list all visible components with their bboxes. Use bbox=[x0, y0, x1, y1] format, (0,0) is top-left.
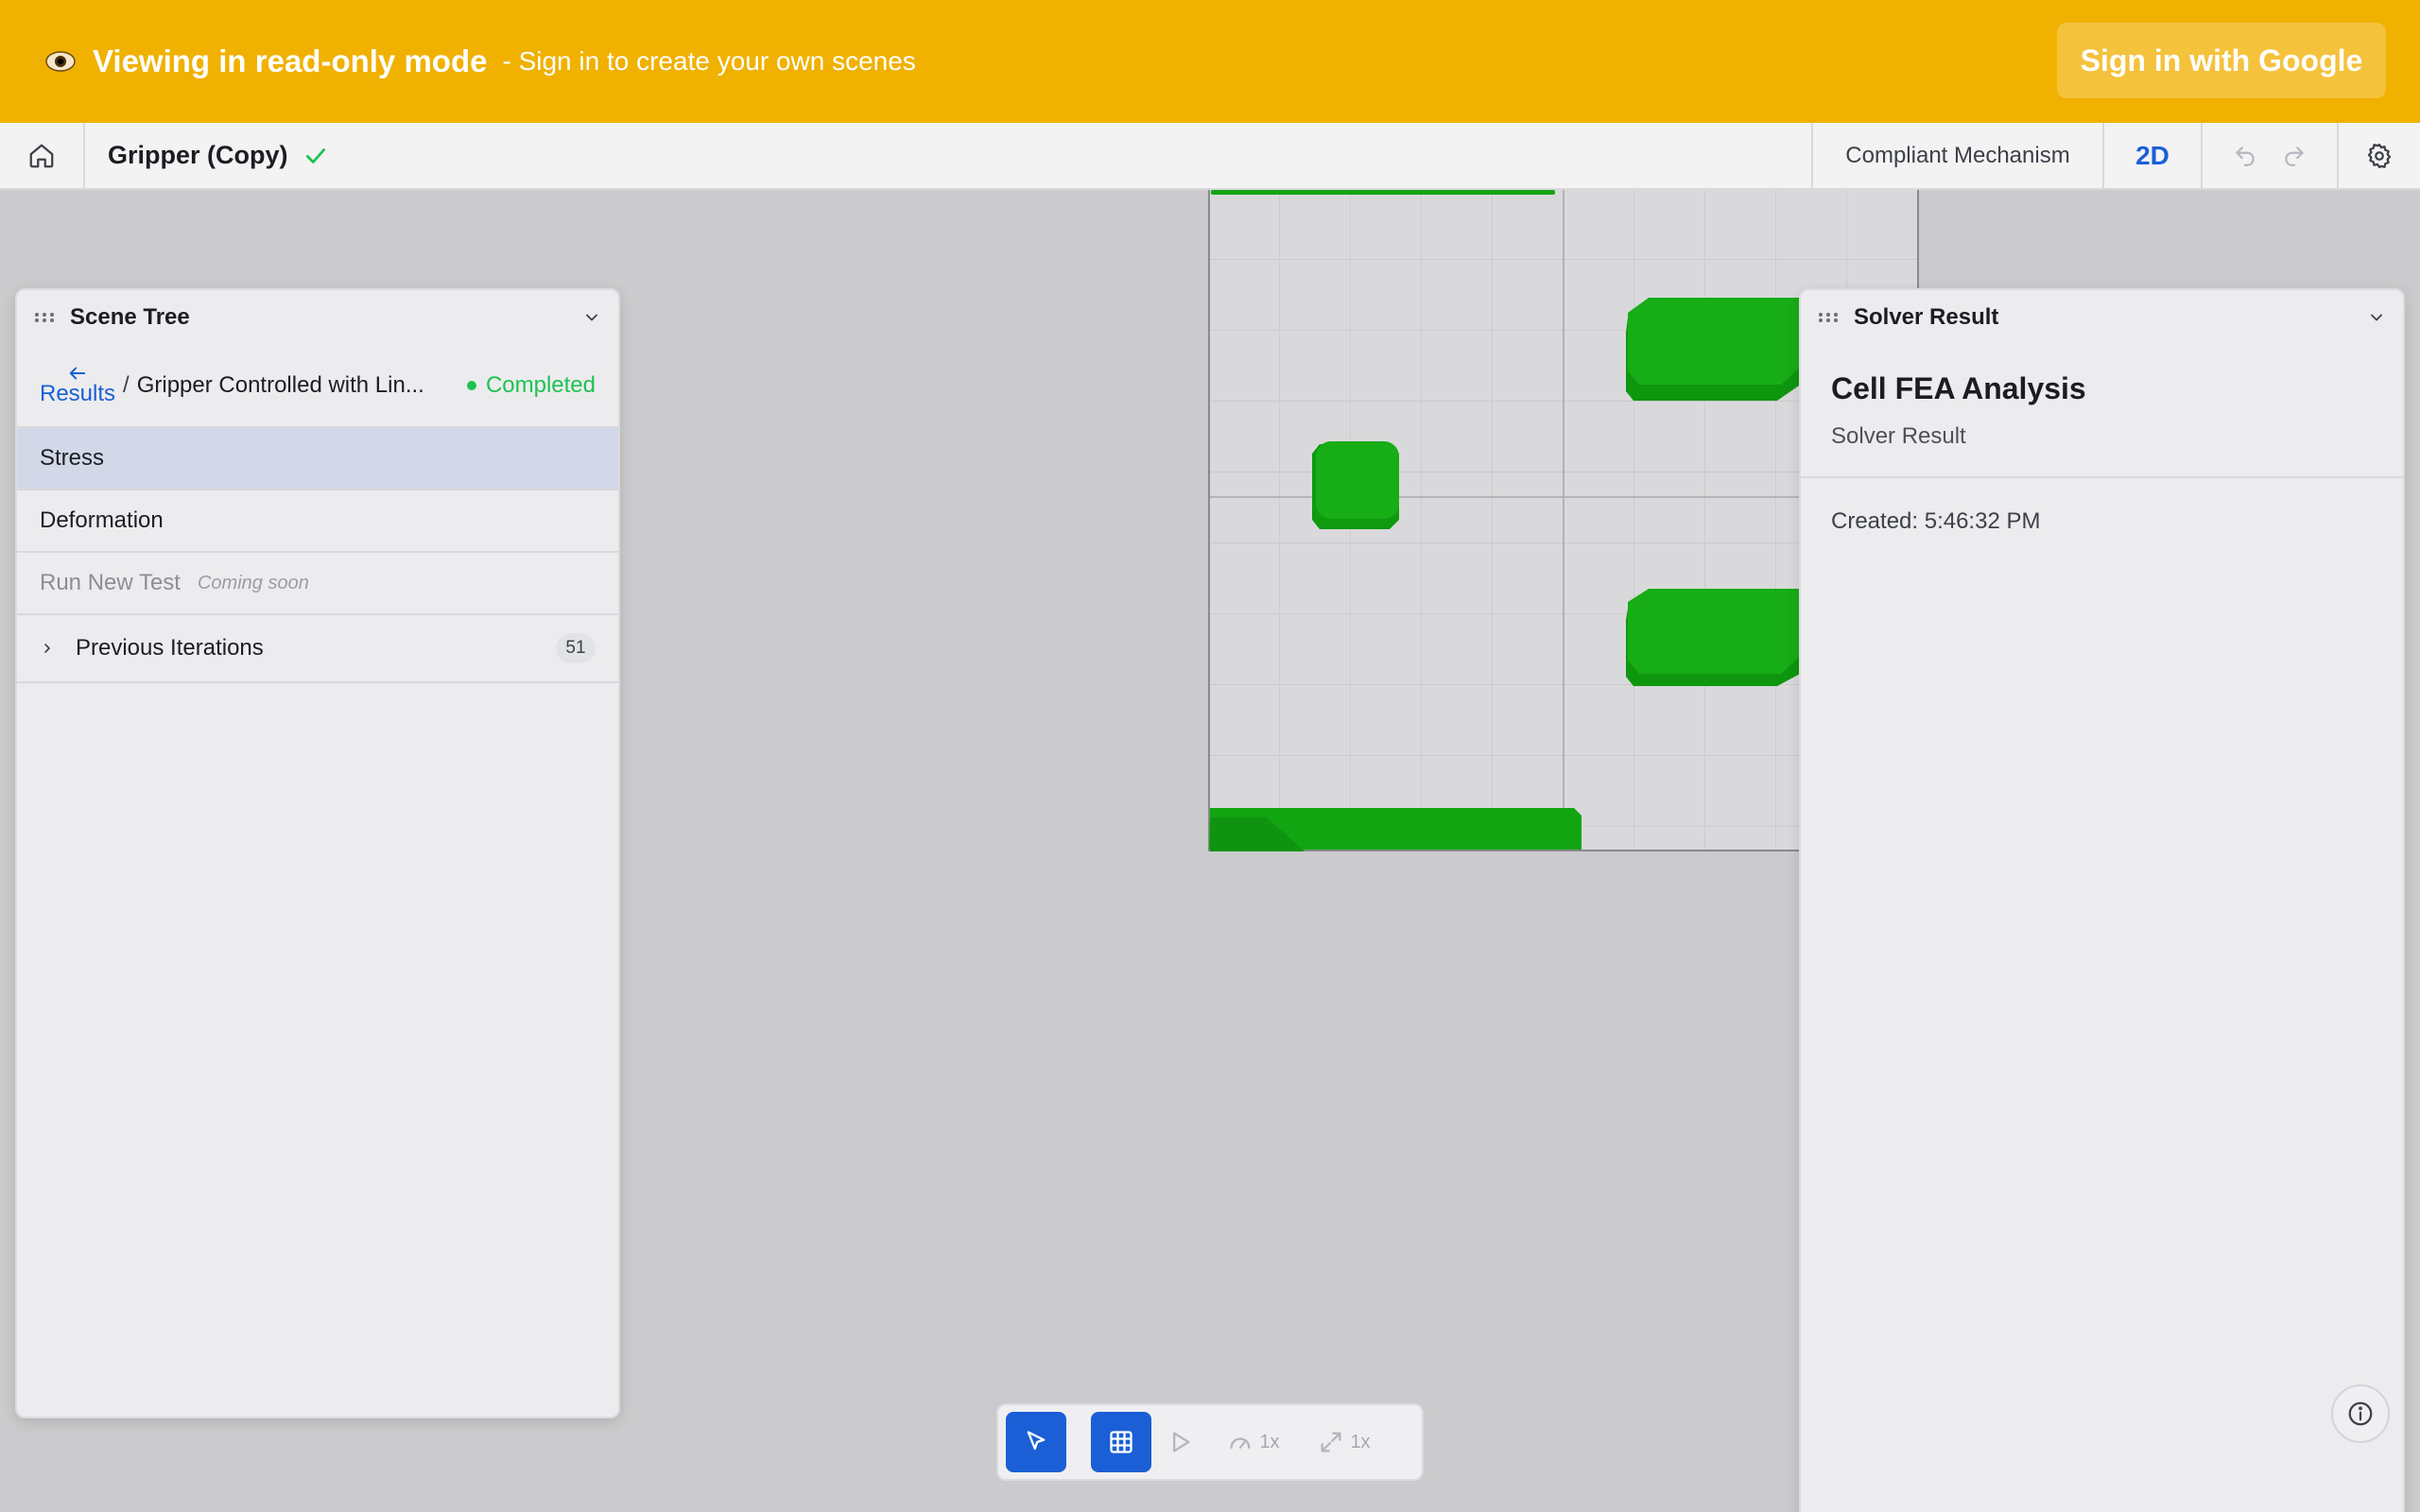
mesh-element-bottom bbox=[1209, 808, 1582, 851]
eye-icon bbox=[45, 51, 76, 72]
result-summary: Cell FEA Analysis Solver Result bbox=[1801, 345, 2403, 478]
scene-title-text: Gripper (Copy) bbox=[108, 141, 288, 169]
mesh-element-lower-right bbox=[1626, 589, 1802, 686]
play-button[interactable] bbox=[1151, 1412, 1208, 1472]
tree-item-run-new-test: Run New Test Coming soon bbox=[17, 553, 618, 615]
back-to-results-link[interactable]: Results bbox=[40, 365, 115, 406]
result-title: Cell FEA Analysis bbox=[1831, 371, 2086, 405]
mesh-element-small bbox=[1312, 441, 1399, 529]
scale-label: 1x bbox=[1350, 1431, 1371, 1452]
sign-in-google-button[interactable]: Sign in with Google bbox=[2057, 23, 2386, 98]
mesh-element-upper-right bbox=[1626, 298, 1802, 401]
solver-result-header[interactable]: Solver Result bbox=[1801, 290, 2403, 345]
redo-icon[interactable] bbox=[2282, 144, 2307, 168]
iterations-count-badge: 51 bbox=[556, 633, 596, 663]
viewport-controls: 1x 1x bbox=[996, 1403, 1424, 1481]
home-button[interactable] bbox=[0, 123, 85, 188]
status-dot bbox=[466, 381, 476, 390]
scale-control[interactable]: 1x bbox=[1299, 1412, 1390, 1472]
speed-icon bbox=[1230, 1437, 1251, 1449]
check-icon bbox=[305, 147, 325, 163]
expand-icon bbox=[1321, 1432, 1341, 1452]
tree-item-label: Previous Iterations bbox=[76, 635, 264, 661]
gear-icon bbox=[2367, 143, 2392, 168]
scene-tree-header[interactable]: Scene Tree bbox=[17, 290, 618, 345]
grid-toggle-button[interactable] bbox=[1091, 1412, 1151, 1472]
coming-soon-note: Coming soon bbox=[197, 572, 309, 593]
breadcrumb-path: Gripper Controlled with Lin... bbox=[136, 372, 424, 398]
back-label: Results bbox=[40, 380, 116, 406]
scene-tree-title: Scene Tree bbox=[70, 304, 190, 330]
scene-title[interactable]: Gripper (Copy) bbox=[85, 123, 328, 188]
read-only-banner: Viewing in read-only mode - Sign in to c… bbox=[0, 0, 2420, 123]
mode-selector[interactable]: Compliant Mechanism bbox=[1811, 123, 2102, 188]
status-text: Completed bbox=[485, 372, 596, 398]
chevron-down-icon[interactable] bbox=[582, 308, 601, 327]
chevron-right-icon[interactable] bbox=[40, 641, 55, 656]
speed-control[interactable]: 1x bbox=[1208, 1412, 1299, 1472]
play-icon bbox=[1173, 1432, 1190, 1452]
mesh-element-top bbox=[1211, 190, 1555, 195]
info-icon bbox=[2348, 1401, 2373, 1426]
chevron-down-icon[interactable] bbox=[2367, 308, 2386, 327]
breadcrumb: Results / Gripper Controlled with Lin...… bbox=[17, 345, 618, 428]
banner-subtitle: - Sign in to create your own scenes bbox=[502, 46, 916, 76]
tree-item-label: Deformation bbox=[40, 507, 164, 533]
dimension-toggle[interactable]: 2D bbox=[2102, 123, 2201, 188]
select-tool-button[interactable] bbox=[1006, 1412, 1066, 1472]
info-button[interactable] bbox=[2331, 1384, 2390, 1443]
settings-button[interactable] bbox=[2337, 123, 2420, 188]
solver-result-title: Solver Result bbox=[1854, 304, 1999, 330]
home-icon bbox=[29, 144, 54, 167]
top-toolbar: Gripper (Copy) Compliant Mechanism 2D bbox=[0, 123, 2420, 190]
scene-tree-panel: Scene Tree Results / Gripper Controlled … bbox=[15, 288, 620, 1418]
speed-label: 1x bbox=[1259, 1431, 1280, 1452]
tree-item-stress[interactable]: Stress bbox=[17, 428, 618, 490]
breadcrumb-separator: / bbox=[123, 372, 130, 398]
solver-result-panel: Solver Result Cell FEA Analysis Solver R… bbox=[1799, 288, 2405, 1512]
grip-icon[interactable] bbox=[34, 312, 55, 323]
tree-item-deformation[interactable]: Deformation bbox=[17, 490, 618, 553]
grip-icon[interactable] bbox=[1818, 312, 1839, 323]
tree-item-label: Run New Test bbox=[40, 570, 181, 595]
result-subtitle: Solver Result bbox=[1831, 423, 1966, 449]
status-badge: Completed bbox=[466, 372, 596, 399]
history-controls bbox=[2201, 123, 2337, 188]
created-timestamp: Created: 5:46:32 PM bbox=[1831, 508, 2041, 534]
arrow-left-icon bbox=[69, 367, 86, 380]
undo-icon[interactable] bbox=[2233, 144, 2257, 168]
grid-icon bbox=[1110, 1431, 1132, 1453]
cursor-icon bbox=[1027, 1431, 1046, 1451]
tree-item-label: Stress bbox=[40, 445, 105, 471]
tree-item-previous-iterations[interactable]: Previous Iterations 51 bbox=[17, 615, 618, 683]
banner-title: Viewing in read-only mode bbox=[93, 43, 488, 78]
